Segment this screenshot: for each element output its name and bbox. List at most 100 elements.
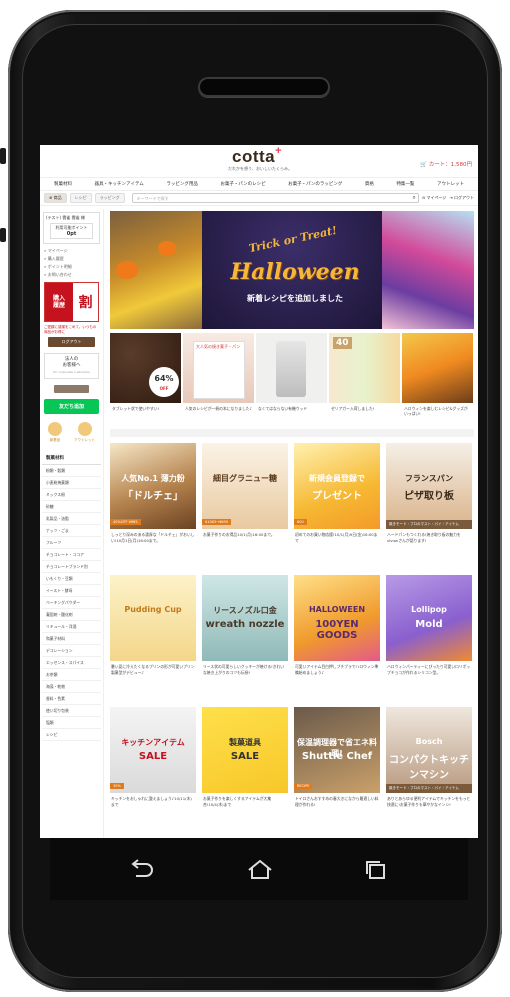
product-card[interactable]: フランスパン ピザ取り板 焼きモード・プロのマスト・パイ・アイテムハードパンもつくれ… — [386, 443, 472, 569]
new-items-link[interactable]: 新着品 — [48, 422, 62, 443]
hero-banner[interactable]: Trick or Treat! Halloween 新着レシピを追加しました — [110, 211, 474, 329]
sidebar-category-item[interactable]: 乳製品・油脂 — [42, 513, 101, 525]
sidebar-category-item[interactable]: 使い切り包装 — [42, 705, 101, 717]
sidebar-category-item[interactable]: エッセンス・スパイス — [42, 657, 101, 669]
product-card[interactable]: 細目グラニュー糖 ¥1063→¥690 お菓子作りのお得品10/1(月)16:00ま… — [202, 443, 288, 569]
sidebar-category-item[interactable]: 凝固剤・酸化剤 — [42, 609, 101, 621]
product-card-image: リースノズル口金 wreath nozzle — [202, 575, 288, 661]
corporate-link[interactable]: 法人の お客様へ for corporate customers — [44, 353, 99, 379]
sidebar-category-item[interactable]: ナッツ・ごま — [42, 525, 101, 537]
product-card[interactable]: 新規会員登録で プレゼント 600 初めてのお買い物応援!10/1(月)9日(金)16… — [294, 443, 380, 569]
card-caption: ハードパンもつくれる!焼き取り板の魅力をvivianさんが語ります! — [387, 532, 461, 543]
sidebar-category-item[interactable]: 和菓子材料 — [42, 633, 101, 645]
nav-item[interactable]: お菓子・パンのラッピング — [288, 181, 342, 187]
volume-down-button[interactable] — [0, 228, 6, 242]
product-card-image: フランスパン ピザ取り板 焼きモード・プロのマスト・パイ・アイテム — [386, 443, 472, 529]
sidebar-category-item[interactable]: チョコレート・ココア — [42, 549, 101, 561]
line-add-friend-button[interactable]: 友だち追加 — [44, 399, 99, 414]
sidebar-category-item[interactable]: 砂糖 — [42, 501, 101, 513]
sidebar-category-item[interactable]: デコレーション — [42, 645, 101, 657]
site-logo[interactable]: cotta+ — [232, 145, 282, 167]
purchase-history-discount-banner[interactable]: 購入 履歴 割 — [44, 282, 99, 322]
volume-up-button[interactable] — [0, 148, 6, 164]
strip-item[interactable]: 64% OFF タブレット状で使いやすい! — [110, 333, 181, 427]
corporate-arrow-button[interactable] — [54, 385, 89, 393]
nav-item[interactable]: 特集一覧 — [396, 181, 414, 187]
site-header: cotta+ だれかを想う、おいしいたくらみ。 🛒 カート：1,580円 — [40, 145, 478, 178]
card-caption: キッチンをおしゃれに整えましょう♪10/11(木)まで — [111, 796, 192, 807]
sidebar-category-item[interactable]: 香料・色素 — [42, 693, 101, 705]
card-subtitle: SALE — [230, 751, 260, 762]
mypage-link[interactable]: ⊖ マイページ — [422, 195, 447, 201]
strip-item[interactable]: ハロウィンを楽しむレシピ&グッズがいっぱい! — [402, 333, 473, 427]
card-subtitle: Mold — [415, 619, 443, 630]
sidebar-link[interactable]: » お問い合わせ — [40, 271, 103, 279]
logout-link[interactable]: ⇥ ログアウト — [449, 195, 474, 201]
search-input[interactable]: キーワードで探す ⌕ — [131, 193, 419, 203]
product-card[interactable]: Bosch コンパクトキッチンマシン 焼きモード・プロのマスト・パイ・アイテム ありと… — [386, 707, 472, 833]
strip-caption: ゼリアガー入荷しました! — [331, 406, 375, 411]
back-icon[interactable] — [128, 858, 156, 880]
product-card[interactable]: 保温調理器で省エネ料理! Shuttle Chef RECIPE トイロさんおすすめの… — [294, 707, 380, 833]
search-tab-wrapping[interactable]: ラッピング — [94, 193, 125, 203]
nav-item[interactable]: 器具・キッチンアイテム — [95, 181, 144, 187]
product-card-image: Bosch コンパクトキッチンマシン 焼きモード・プロのマスト・パイ・アイテム — [386, 707, 472, 793]
card-caption: リース状の可愛らしいクッキーが焼ける!きれいな焼き上がりのコツも伝授! — [203, 664, 285, 675]
card-price-tag: 焼きモード・プロのマスト・パイ・アイテム — [386, 520, 472, 529]
card-title: Bosch — [415, 737, 443, 746]
sidebar-category-item[interactable]: フルーツ — [42, 537, 101, 549]
product-card[interactable]: リースノズル口金 wreath nozzle リース状の可愛らしいクッキーが焼ける!… — [202, 575, 288, 701]
sidebar-category-item[interactable]: お茶類 — [42, 669, 101, 681]
sidebar-link[interactable]: » ポイント明細 — [40, 263, 103, 271]
section-divider — [110, 429, 474, 437]
nav-item[interactable]: お菓子・パンのレシピ — [220, 181, 265, 187]
product-card[interactable]: Lollipop Mold ハロウィンパーティーにぴったり可愛いロリポップチョコが作… — [386, 575, 472, 701]
cart-link[interactable]: 🛒 カート：1,580円 — [420, 160, 472, 168]
sidebar-category-item[interactable]: 海藻・乾物 — [42, 681, 101, 693]
sidebar-category-item[interactable]: ベーキングパウダー — [42, 597, 101, 609]
jelly-badge: 40 — [333, 337, 352, 349]
product-card[interactable]: HALLOWEEN 100YEN GOODS 可愛いアイテム目白押しプチプラでハロウ… — [294, 575, 380, 701]
product-card[interactable]: Pudding Cup 暑い夏に冷えたくなるプリンの形が可愛いプリン製菓型がデビュ… — [110, 575, 196, 701]
home-icon[interactable] — [246, 858, 274, 880]
product-card[interactable]: 製菓道具 SALE お菓子作りを楽しくするアイテムが大集合!10/4(木)まで — [202, 707, 288, 833]
product-card[interactable]: キッチンアイテム SALE 30% キッチンをおしゃれに整えましょう♪10/11(木)… — [110, 707, 196, 833]
nav-item[interactable]: ラッピング用品 — [166, 181, 198, 187]
strip-caption: 人気のレシピが一冊の本になりました♪ — [185, 406, 252, 411]
strip-item[interactable]: なくてはならない有機ウッド — [256, 333, 327, 427]
card-price-tag: ¥1063→¥690 — [202, 519, 231, 525]
search-icon[interactable]: ⌕ — [412, 194, 415, 202]
sidebar-category-item[interactable]: 粉類・穀類 — [42, 465, 101, 477]
sidebar-link[interactable]: » マイページ — [40, 247, 103, 255]
card-title: Pudding Cup — [124, 605, 182, 614]
strip-item[interactable]: 大人気の焼き菓子・パン 人気のレシピが一冊の本になりました♪ — [183, 333, 254, 427]
sidebar-category-item[interactable]: チョコレートブランド別 — [42, 561, 101, 573]
card-caption: ハロウィンパーティーにぴったり可愛いロリポップチョコが作れるシリコン型。 — [387, 664, 471, 675]
sidebar-link[interactable]: » 購入履歴 — [40, 255, 103, 263]
product-card[interactable]: 人気No.1 薄力粉 「ドルチェ」 40%OFF ¥665 しっとり深みのある濃厚な「… — [110, 443, 196, 569]
nav-item[interactable]: アウトレット — [437, 181, 464, 187]
pumpkin-decoration — [158, 241, 176, 256]
search-tab-recipes[interactable]: レシピ — [69, 193, 92, 203]
outlet-link[interactable]: アウトレット — [74, 422, 95, 443]
sidebar-category-item[interactable]: ミックス粉 — [42, 489, 101, 501]
sidebar-category-item[interactable]: いもくり・豆類 — [42, 573, 101, 585]
recent-apps-icon[interactable] — [362, 858, 390, 880]
sidebar-category-item[interactable]: リキュール・洋酒 — [42, 621, 101, 633]
strip-item[interactable]: 40 ゼリアガー入荷しました! — [329, 333, 400, 427]
nav-item[interactable]: 製菓材料 — [54, 181, 72, 187]
nav-item[interactable]: 資格 — [365, 181, 374, 187]
earpiece-speaker — [198, 77, 330, 97]
card-caption: 可愛いアイテム目白押しプチプラでハロウィン準備始めましょう♪ — [295, 664, 379, 675]
sidebar-category-item[interactable]: レシピ — [42, 729, 101, 741]
strip-caption: タブレット状で使いやすい! — [112, 406, 160, 411]
sidebar-category-item[interactable]: 小麦粉焼菓類 — [42, 477, 101, 489]
card-title: Lollipop — [411, 605, 447, 614]
search-tab-products[interactable]: ⊕ 商品 — [44, 193, 67, 203]
sidebar-category-item[interactable]: 塩類 — [42, 717, 101, 729]
product-card-image: 保温調理器で省エネ料理! Shuttle Chef RECIPE — [294, 707, 380, 793]
sidebar-category-item[interactable]: イースト・酵母 — [42, 585, 101, 597]
sidebar-logout-button[interactable]: ログアウト — [48, 337, 95, 347]
card-caption: お菓子作りのお得品10/1(月)16:00まで。 — [203, 532, 275, 537]
points-box: 利用可能ポイント 0pt — [50, 223, 93, 239]
